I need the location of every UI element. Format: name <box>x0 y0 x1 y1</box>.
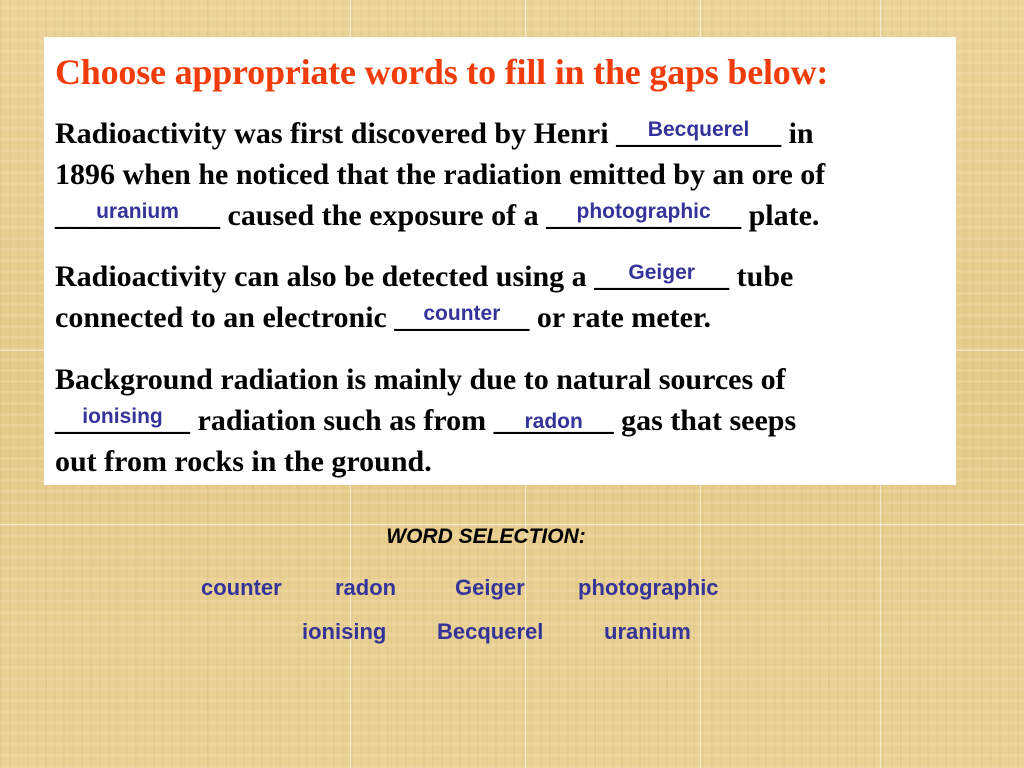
word-ionising[interactable]: ionising <box>302 619 386 645</box>
gap-ionising[interactable]: _________ ionising <box>55 400 190 441</box>
word-geiger[interactable]: Geiger <box>455 575 525 601</box>
gap-radon[interactable]: ________ radon <box>494 400 614 441</box>
answer-becquerel: Becquerel <box>647 118 750 141</box>
text: caused the exposure of a <box>220 199 547 232</box>
paragraph-background-radiation: Background radiation is mainly due to na… <box>55 359 796 482</box>
gap-becquerel[interactable]: ___________ Becquerel <box>616 113 781 154</box>
paragraph-discovery: Radioactivity was first discovered by He… <box>55 113 825 236</box>
gap-geiger[interactable]: _________ Geiger <box>594 256 729 297</box>
word-becquerel[interactable]: Becquerel <box>437 619 543 645</box>
text: out from rocks in the ground. <box>55 445 432 478</box>
text: connected to an electronic <box>55 301 395 334</box>
text: tube <box>729 260 794 293</box>
word-radon[interactable]: radon <box>335 575 396 601</box>
word-uranium[interactable]: uranium <box>604 619 691 645</box>
word-photographic[interactable]: photographic <box>578 575 719 601</box>
answer-uranium: uranium <box>96 200 179 223</box>
text: or rate meter. <box>529 301 711 334</box>
text: plate. <box>741 199 820 232</box>
text: radiation such as from <box>190 404 494 437</box>
answer-geiger: Geiger <box>628 261 695 284</box>
text: 1896 when he noticed that the radiation … <box>55 158 826 191</box>
text: gas that seeps <box>613 404 797 437</box>
text: Radioactivity can also be detected using… <box>55 260 595 293</box>
question-panel: Choose appropriate words to fill in the … <box>44 37 956 485</box>
word-counter[interactable]: counter <box>201 575 282 601</box>
answer-radon: radon <box>524 410 583 433</box>
answer-ionising: ionising <box>82 405 163 428</box>
answer-photographic: photographic <box>576 200 711 223</box>
text: in <box>781 117 814 150</box>
gap-photographic[interactable]: _____________ photographic <box>546 195 741 236</box>
gap-counter[interactable]: _________ counter <box>394 297 529 338</box>
gap-uranium[interactable]: ___________ uranium <box>55 195 220 236</box>
paragraph-detection: Radioactivity can also be detected using… <box>55 256 793 338</box>
text: Radioactivity was first discovered by He… <box>55 117 617 150</box>
answer-counter: counter <box>423 302 501 325</box>
text: Background radiation is mainly due to na… <box>55 363 786 396</box>
word-selection-title: WORD SELECTION: <box>386 525 586 548</box>
instruction-title: Choose appropriate words to fill in the … <box>55 52 829 92</box>
